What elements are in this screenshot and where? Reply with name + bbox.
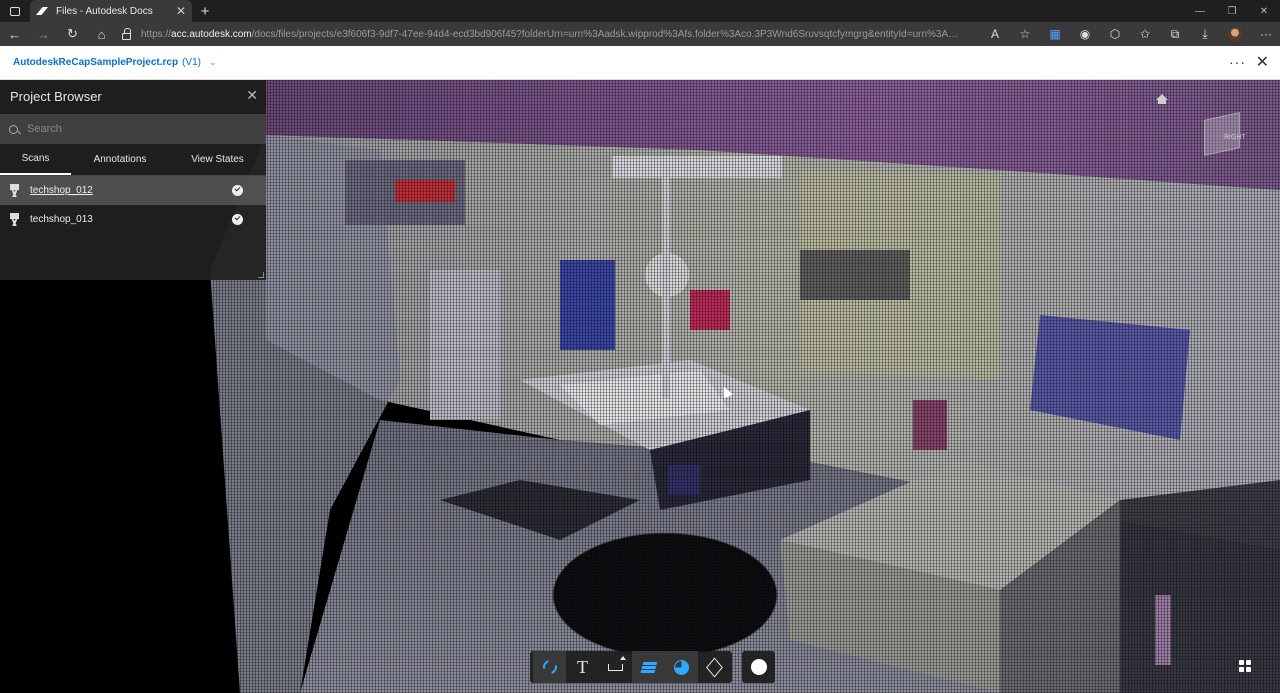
tab-title: Files - Autodesk Docs: [56, 5, 153, 17]
tab-view-states[interactable]: View States: [169, 144, 266, 175]
orbit-icon: [539, 657, 560, 677]
avatar[interactable]: [1228, 27, 1242, 41]
scan-row[interactable]: techshop_013: [0, 205, 266, 234]
chevron-down-icon[interactable]: ⌄: [209, 57, 217, 68]
url-path: /docs/files/projects/e3f606f3-9df7-47ee-…: [251, 28, 961, 40]
browser-extensions: A ☆ ▦ ◉ ⬡ ✩ ⧉ ⤓: [980, 22, 1250, 46]
point-color-icon: [674, 659, 689, 675]
scanner-icon: [9, 184, 20, 197]
home-view-icon[interactable]: [1156, 94, 1168, 104]
render-mode-button[interactable]: [742, 651, 775, 683]
text-annotation-icon: T: [577, 656, 588, 677]
extension-grid-icon[interactable]: ▦: [1040, 22, 1070, 46]
visibility-check-icon[interactable]: [232, 214, 243, 225]
window-menu-icon[interactable]: [0, 0, 30, 22]
project-browser-title: Project Browser: [10, 88, 102, 104]
address-bar[interactable]: https://acc.autodesk.com/docs/files/proj…: [122, 22, 1012, 46]
url-scheme: https://: [141, 28, 172, 40]
search-input[interactable]: [27, 123, 247, 135]
browser-menu-icon[interactable]: ···: [1260, 22, 1272, 46]
tab-annotations[interactable]: Annotations: [71, 144, 169, 175]
scan-name[interactable]: techshop_012: [30, 185, 93, 196]
back-icon[interactable]: ←: [0, 22, 29, 46]
extensions-icon[interactable]: ⬡: [1100, 22, 1130, 46]
layers-button[interactable]: [632, 651, 665, 683]
window-close-icon[interactable]: ✕: [1248, 0, 1280, 22]
cube-view-button[interactable]: [698, 651, 731, 683]
viewer-toolbar: T: [530, 651, 732, 683]
resize-handle-icon[interactable]: [258, 272, 264, 278]
favorites-icon[interactable]: ✩: [1130, 22, 1160, 46]
close-viewer-icon[interactable]: ✕: [1256, 52, 1269, 72]
measure-button[interactable]: [599, 651, 632, 683]
search-bar: [0, 114, 266, 144]
scan-row[interactable]: techshop_012: [0, 176, 266, 205]
submenu-arrow-icon: [620, 656, 626, 660]
new-tab-button[interactable]: +: [192, 0, 218, 22]
grid-icon: [1239, 660, 1251, 672]
read-aloud-icon[interactable]: A: [980, 22, 1010, 46]
forward-icon[interactable]: →: [29, 22, 58, 46]
browser-tab-bar: Files - Autodesk Docs ✕ + — ❐ ✕: [0, 0, 1280, 22]
downloads-icon[interactable]: ⤓: [1190, 22, 1220, 46]
layers-icon: [639, 661, 658, 673]
close-panel-icon[interactable]: ✕: [246, 87, 258, 104]
restore-icon[interactable]: ❐: [1216, 0, 1248, 22]
render-circle-icon: [750, 659, 767, 675]
profile-icon[interactable]: [1220, 22, 1250, 46]
viewcube[interactable]: RIGHT: [1200, 112, 1250, 160]
text-annotation-button[interactable]: T: [566, 651, 599, 683]
url-text[interactable]: https://acc.autodesk.com/docs/files/proj…: [141, 29, 961, 40]
reload-icon[interactable]: ↻: [58, 22, 87, 46]
apps-grid-button[interactable]: [1231, 652, 1259, 680]
browser-tabs: Scans Annotations View States: [0, 144, 266, 176]
tracking-icon[interactable]: ◉: [1070, 22, 1100, 46]
tab-scans[interactable]: Scans: [0, 144, 71, 175]
search-icon: [9, 124, 18, 134]
scanner-icon: [9, 213, 20, 226]
minimize-icon[interactable]: —: [1184, 0, 1216, 22]
lock-icon: [122, 27, 131, 40]
window-controls: — ❐ ✕: [1184, 0, 1280, 22]
browser-nav-bar: ← → ↻ ⌂ https://acc.autodesk.com/docs/fi…: [0, 22, 1280, 46]
autodesk-favicon-icon: [36, 6, 48, 16]
viewcube-label: RIGHT: [1224, 134, 1246, 141]
more-options-icon[interactable]: ···: [1229, 54, 1246, 70]
browser-tab[interactable]: Files - Autodesk Docs ✕: [30, 0, 192, 22]
tab-close-icon[interactable]: ✕: [176, 4, 186, 18]
cube-view-icon: [706, 657, 723, 677]
home-icon[interactable]: ⌂: [87, 22, 116, 46]
url-domain: acc.autodesk.com: [171, 28, 252, 40]
file-name[interactable]: AutodeskReCapSampleProject.rcp: [13, 57, 178, 68]
collections-icon[interactable]: ⧉: [1160, 22, 1190, 46]
point-color-button[interactable]: [665, 651, 698, 683]
favorite-add-icon[interactable]: ☆: [1010, 22, 1040, 46]
scan-name[interactable]: techshop_013: [30, 214, 93, 225]
orbit-button[interactable]: [533, 651, 566, 683]
visibility-check-icon[interactable]: [232, 185, 243, 196]
file-header: AutodeskReCapSampleProject.rcp (V1) ⌄ ··…: [0, 46, 1280, 80]
project-browser-panel: Project Browser ✕ Scans Annotations View…: [0, 80, 266, 280]
measure-icon: [608, 663, 623, 671]
file-version[interactable]: (V1): [182, 57, 201, 68]
